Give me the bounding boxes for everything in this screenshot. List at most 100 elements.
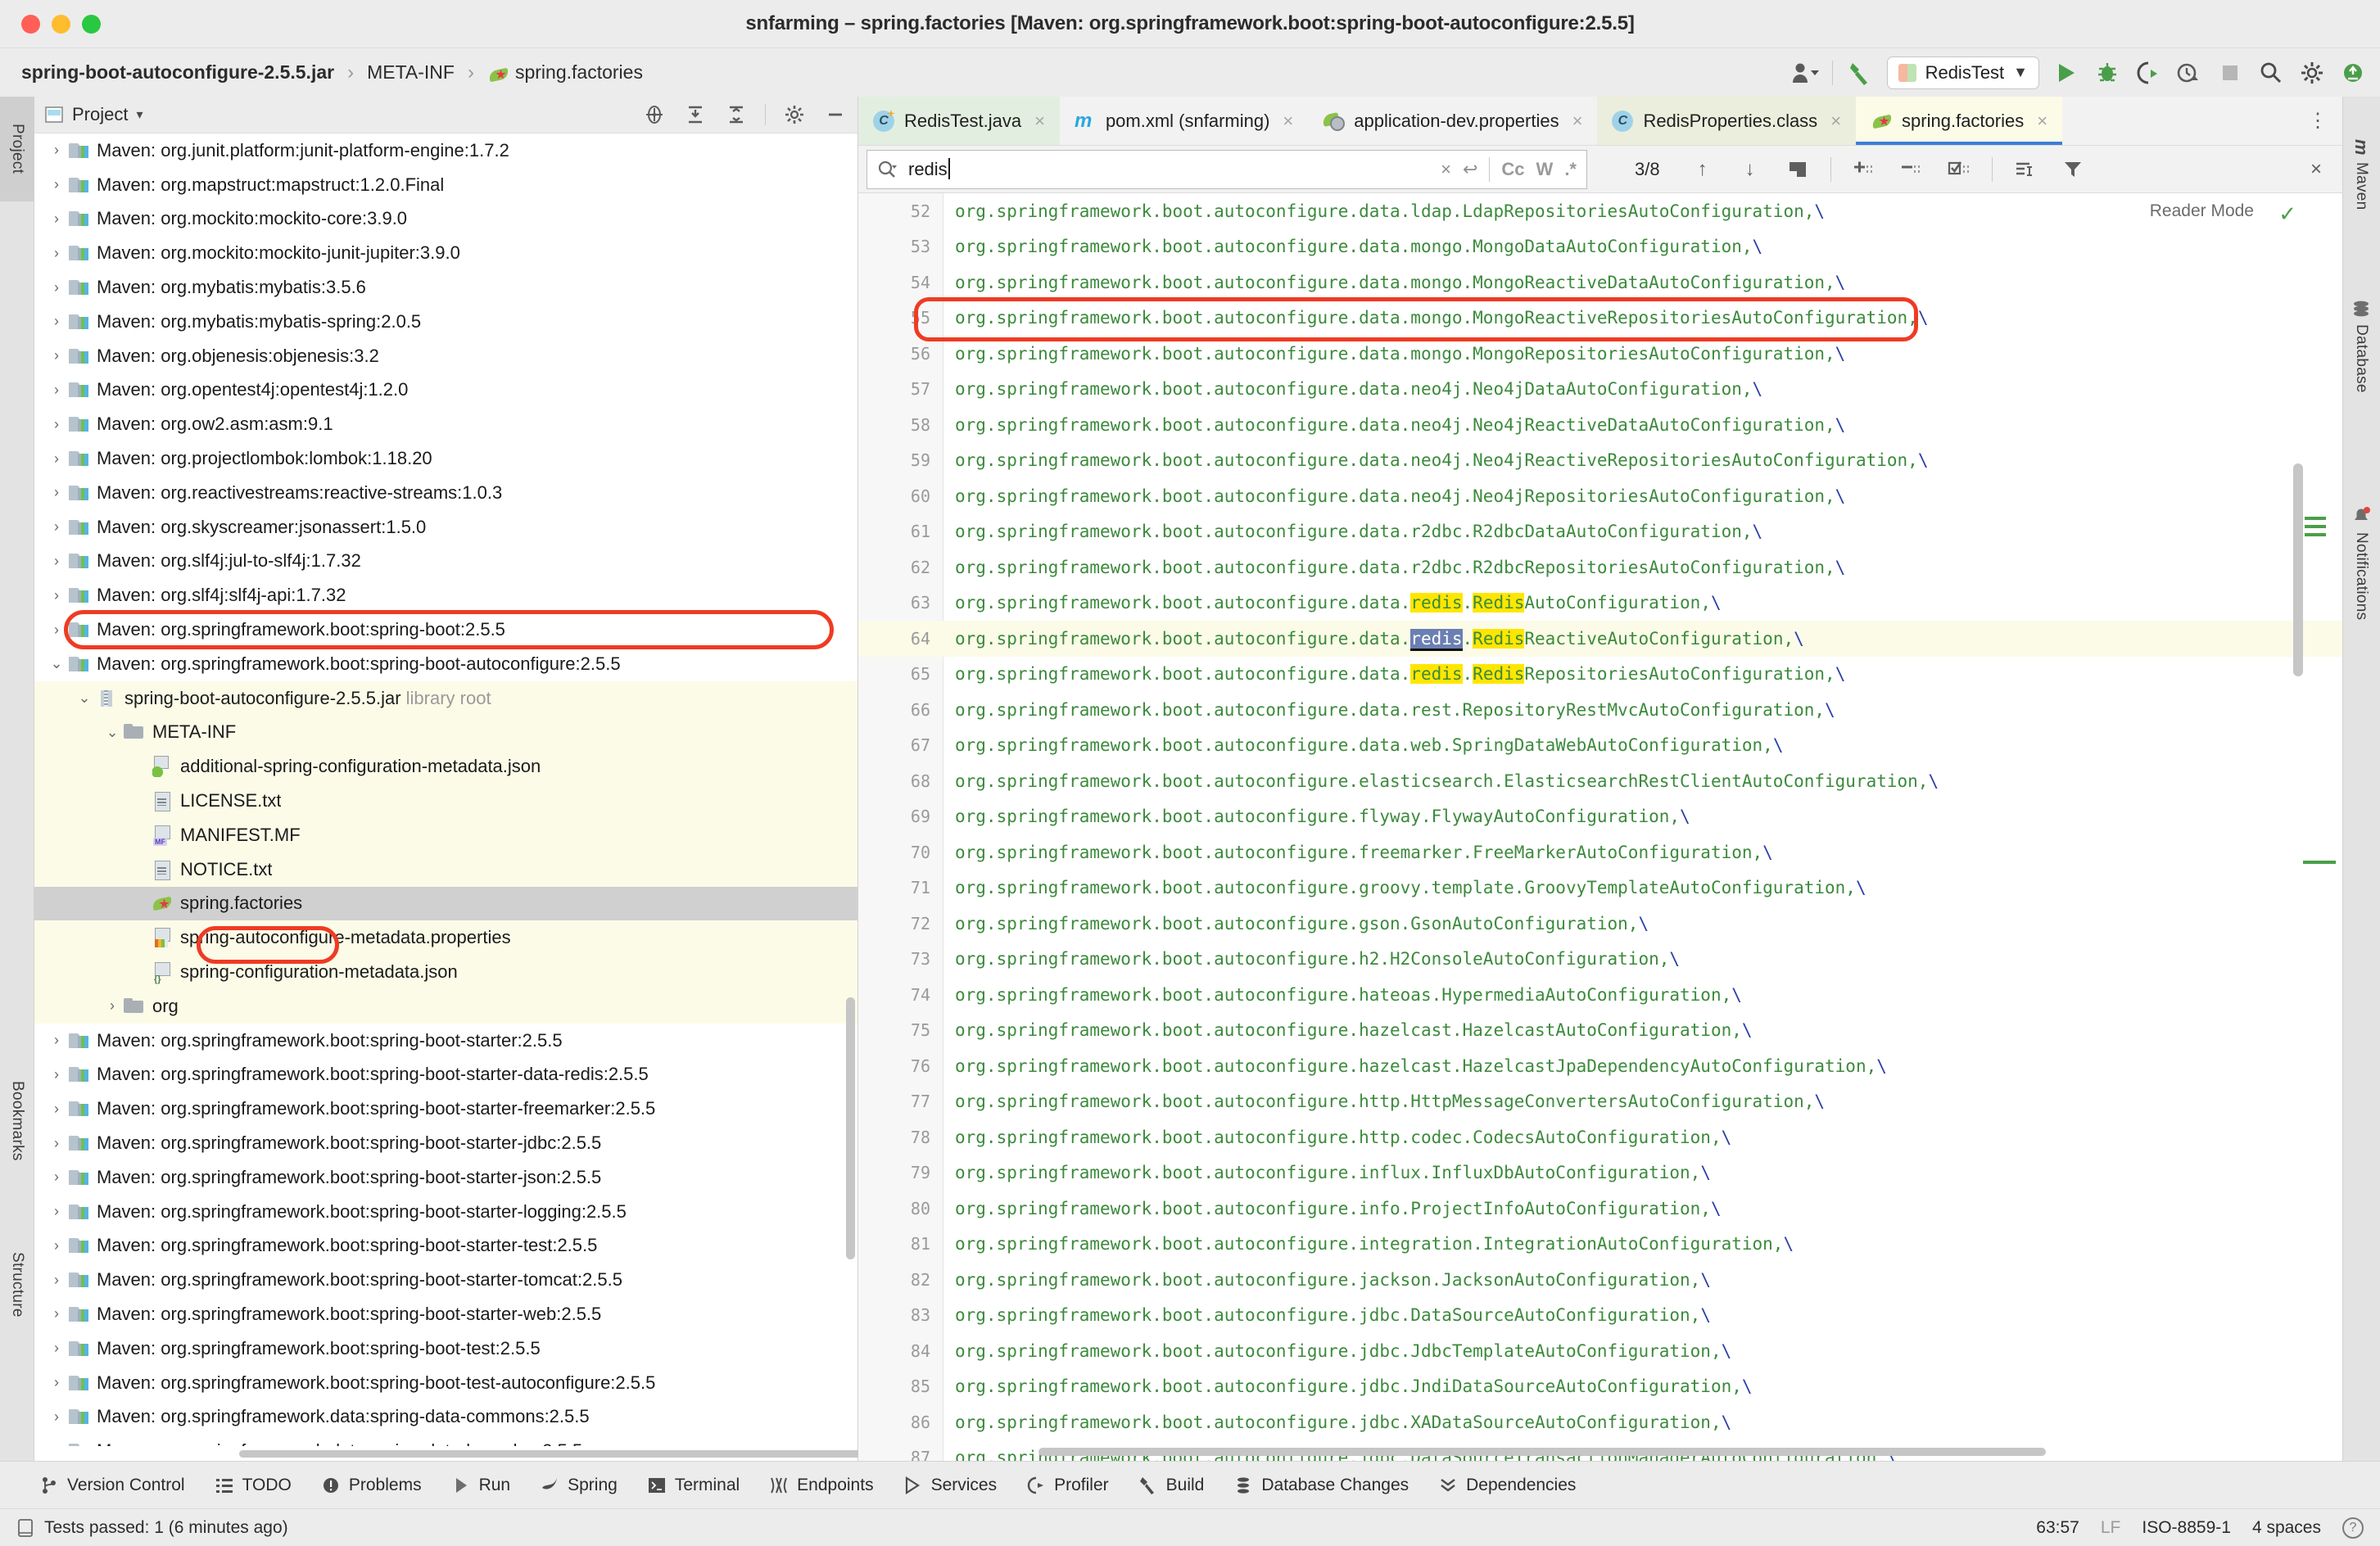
chevron-down-icon[interactable]: ⌄	[74, 689, 95, 707]
tree-row[interactable]: › Maven: org.springframework.boot:spring-…	[34, 1366, 857, 1400]
code-line[interactable]: 60 org.springframework.boot.autoconfigure…	[858, 478, 2342, 514]
indent-setting[interactable]: 4 spaces	[2252, 1518, 2321, 1538]
remove-selection-icon[interactable]	[1897, 155, 1926, 184]
chevron-right-icon[interactable]: ›	[46, 1032, 67, 1049]
code-lines[interactable]: 52 org.springframework.boot.autoconfigure…	[858, 193, 2342, 1461]
code-line[interactable]: 64 org.springframework.boot.autoconfigure…	[858, 621, 2342, 657]
search-in-selection-icon[interactable]	[2011, 155, 2040, 184]
expand-all-icon[interactable]	[683, 102, 708, 127]
clear-search-icon[interactable]: ×	[1441, 159, 1451, 180]
tree-row[interactable]: › Maven: org.ow2.asm:asm:9.1	[34, 407, 857, 441]
chevron-right-icon[interactable]: ›	[46, 245, 67, 262]
code-line[interactable]: 56 org.springframework.boot.autoconfigure…	[858, 336, 2342, 372]
bottom-tab-build[interactable]: Build	[1138, 1476, 1204, 1495]
find-previous-icon[interactable]: ↑	[1688, 155, 1717, 184]
tree-row[interactable]: ⌄ META-INF	[34, 715, 857, 750]
code-line[interactable]: 73 org.springframework.boot.autoconfigure…	[858, 942, 2342, 978]
code-line[interactable]: 57 org.springframework.boot.autoconfigure…	[858, 372, 2342, 408]
chevron-right-icon[interactable]: ›	[46, 587, 67, 604]
editor-vertical-scrollbar[interactable]	[2293, 463, 2303, 676]
code-editor[interactable]: 52 org.springframework.boot.autoconfigure…	[858, 193, 2342, 1461]
settings-gear-icon[interactable]	[782, 102, 807, 127]
code-line[interactable]: 59 org.springframework.boot.autoconfigure…	[858, 443, 2342, 479]
code-line[interactable]: 84 org.springframework.boot.autoconfigure…	[858, 1333, 2342, 1369]
bottom-tab-run[interactable]: Run	[451, 1476, 510, 1495]
code-line[interactable]: 63 org.springframework.boot.autoconfigure…	[858, 585, 2342, 622]
tree-row[interactable]: › Maven: org.reactivestreams:reactive-str…	[34, 476, 857, 510]
code-line[interactable]: 72 org.springframework.boot.autoconfigure…	[858, 906, 2342, 942]
bottom-tab-terminal[interactable]: Terminal	[647, 1476, 740, 1495]
tree-row[interactable]: spring-configuration-metadata.json	[34, 955, 857, 989]
search-everywhere-icon[interactable]	[2257, 59, 2285, 87]
collapse-all-icon[interactable]	[724, 102, 749, 127]
tree-row[interactable]: › Maven: org.springframework.boot:spring-…	[34, 613, 857, 647]
code-line[interactable]: 74 org.springframework.boot.autoconfigure…	[858, 977, 2342, 1013]
match-case-toggle[interactable]: Cc	[1501, 159, 1524, 180]
tree-row[interactable]: ⌄ spring-boot-autoconfigure-2.5.5.jar lib…	[34, 680, 857, 716]
tree-row[interactable]: ›Maven: org.springframework.data:spring-…	[34, 1399, 857, 1434]
chevron-right-icon[interactable]: ›	[46, 416, 67, 433]
code-line[interactable]: 68 org.springframework.boot.autoconfigure…	[858, 763, 2342, 799]
close-find-icon[interactable]: ×	[2301, 155, 2331, 184]
tab-overflow-icon[interactable]: ⋮	[2303, 106, 2332, 136]
chevron-right-icon[interactable]: ›	[46, 484, 67, 501]
chevron-right-icon[interactable]: ›	[46, 1101, 67, 1118]
tree-row[interactable]: › org	[34, 988, 857, 1024]
breadcrumb-item-jar[interactable]: spring-boot-autoconfigure-2.5.5.jar	[21, 61, 334, 84]
updates-icon[interactable]	[2339, 59, 2367, 87]
chevron-right-icon[interactable]: ›	[46, 1305, 67, 1322]
tree-row[interactable]: › Maven: org.mockito:mockito-junit-jupite…	[34, 236, 857, 270]
tree-row[interactable]: › Maven: org.skyscreamer:jsonassert:1.5.0	[34, 510, 857, 545]
debug-icon[interactable]	[2093, 59, 2121, 87]
code-line[interactable]: 83 org.springframework.boot.autoconfigure…	[858, 1298, 2342, 1334]
chevron-right-icon[interactable]: ›	[46, 553, 67, 570]
tree-row[interactable]: › Maven: org.mockito:mockito-core:3.9.0	[34, 202, 857, 237]
tree-row[interactable]: › Maven: org.springframework.boot:spring-…	[34, 1229, 857, 1263]
settings-gear-icon[interactable]	[2298, 59, 2326, 87]
code-line[interactable]: 85 org.springframework.boot.autoconfigure…	[858, 1369, 2342, 1405]
bottom-tab-endpoints[interactable]: Endpoints	[769, 1476, 874, 1495]
tree-row[interactable]: › Maven: org.springframework.boot:spring-…	[34, 1024, 857, 1058]
bottom-tab-dependencies[interactable]: Dependencies	[1438, 1476, 1576, 1495]
chevron-right-icon[interactable]: ›	[46, 1169, 67, 1186]
tree-row[interactable]: spring.factories	[34, 886, 857, 921]
tree-row[interactable]: › Maven: org.springframework.boot:spring-…	[34, 1331, 857, 1366]
tree-row[interactable]: › Maven: org.mapstruct:mapstruct:1.2.0.Fi…	[34, 168, 857, 202]
chevron-right-icon[interactable]: ›	[46, 142, 67, 159]
code-line[interactable]: 67 org.springframework.boot.autoconfigure…	[858, 728, 2342, 764]
chevron-down-icon[interactable]: ⌄	[46, 655, 67, 672]
tree-row[interactable]: › Maven: org.springframework.boot:spring-…	[34, 1297, 857, 1331]
select-opened-file-icon[interactable]	[642, 102, 667, 127]
tree-row[interactable]: ⌄ Maven: org.springframework.boot:spring-…	[34, 647, 857, 681]
build-hammer-icon[interactable]	[1846, 59, 1874, 87]
sidebar-item-project[interactable]: Project	[0, 97, 34, 201]
whole-words-toggle[interactable]: W	[1536, 159, 1554, 180]
close-icon[interactable]: ×	[1572, 111, 1583, 132]
tree-row[interactable]: › Maven: org.junit.platform:junit-platfor…	[34, 133, 857, 168]
tree-row[interactable]: NOTICE.txt	[34, 852, 857, 887]
chevron-right-icon[interactable]: ›	[46, 382, 67, 399]
code-line[interactable]: 65 org.springframework.boot.autoconfigure…	[858, 657, 2342, 693]
tab-redisproperties-class[interactable]: C RedisProperties.class ×	[1597, 97, 1857, 145]
sidebar-item-maven[interactable]: m Maven	[2342, 105, 2380, 244]
tab-spring-factories[interactable]: spring.factories ×	[1856, 97, 2063, 145]
code-line[interactable]: 61 org.springframework.boot.autoconfigure…	[858, 514, 2342, 550]
toggle-replace-icon[interactable]: ↩	[1463, 159, 1477, 180]
code-line[interactable]: 54 org.springframework.boot.autoconfigure…	[858, 264, 2342, 301]
sidebar-item-structure[interactable]: Structure	[0, 1215, 34, 1354]
select-all-occurrences-icon[interactable]	[1944, 155, 1974, 184]
chevron-right-icon[interactable]: ›	[46, 518, 67, 536]
tree-row[interactable]: ›Maven: org.springframework.data:spring-…	[34, 1434, 857, 1446]
code-line[interactable]: 53 org.springframework.boot.autoconfigure…	[858, 229, 2342, 265]
filter-icon[interactable]	[2058, 155, 2088, 184]
code-line[interactable]: 55 org.springframework.boot.autoconfigure…	[858, 301, 2342, 337]
inspection-ok-icon[interactable]: ✓	[2278, 201, 2296, 227]
tab-application-dev-properties[interactable]: application-dev.properties ×	[1308, 97, 1597, 145]
search-query[interactable]: redis	[908, 158, 1429, 180]
tab-redistest-java[interactable]: C RedisTest.java ×	[858, 97, 1060, 145]
find-next-icon[interactable]: ↓	[1735, 155, 1765, 184]
sidebar-item-database[interactable]: Database	[2342, 260, 2380, 432]
caret-position[interactable]: 63:57	[2036, 1518, 2079, 1538]
search-input[interactable]: redis × ↩ Cc W .*	[866, 149, 1587, 189]
chevron-right-icon[interactable]: ›	[46, 1066, 67, 1083]
